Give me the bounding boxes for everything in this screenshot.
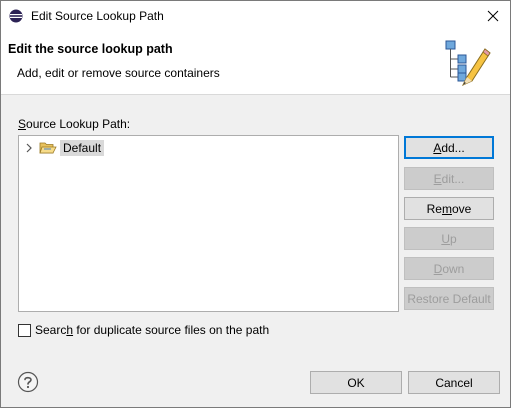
search-duplicates-option[interactable]: Search for duplicate source files on the… (18, 323, 269, 337)
dialog-header: Edit the source lookup path Add, edit or… (1, 31, 510, 95)
source-lookup-tree[interactable]: Default (18, 135, 399, 312)
search-duplicates-checkbox[interactable] (18, 323, 31, 337)
header-description: Add, edit or remove source containers (17, 66, 220, 80)
dialog-window: Edit Source Lookup Path Edit the source … (0, 0, 511, 408)
cancel-button[interactable]: Cancel (408, 371, 500, 394)
tree-item-default[interactable]: Default (23, 139, 105, 157)
restore-default-button[interactable]: Restore Default (404, 287, 494, 310)
edit-path-wizard-icon (441, 37, 491, 91)
window-title: Edit Source Lookup Path (31, 9, 164, 23)
source-lookup-path-label: Source Lookup Path: (18, 117, 131, 131)
eclipse-icon (9, 9, 23, 23)
up-button[interactable]: Up (404, 227, 494, 250)
close-icon (487, 10, 499, 22)
edit-button[interactable]: Edit... (404, 167, 494, 190)
remove-button[interactable]: Re m ove (404, 197, 494, 220)
ok-button[interactable]: OK (310, 371, 402, 394)
header-title: Edit the source lookup path (8, 42, 173, 56)
help-icon[interactable] (17, 371, 39, 393)
down-button[interactable]: Down (404, 257, 494, 280)
title-bar: Edit Source Lookup Path (1, 1, 510, 31)
chevron-right-icon[interactable] (23, 142, 35, 154)
close-button[interactable] (481, 5, 505, 27)
folder-open-icon (39, 141, 57, 155)
tree-item-label: Default (60, 140, 105, 156)
add-button[interactable]: Add... (404, 136, 494, 159)
search-duplicates-label: Search for duplicate source files on the… (35, 323, 270, 337)
